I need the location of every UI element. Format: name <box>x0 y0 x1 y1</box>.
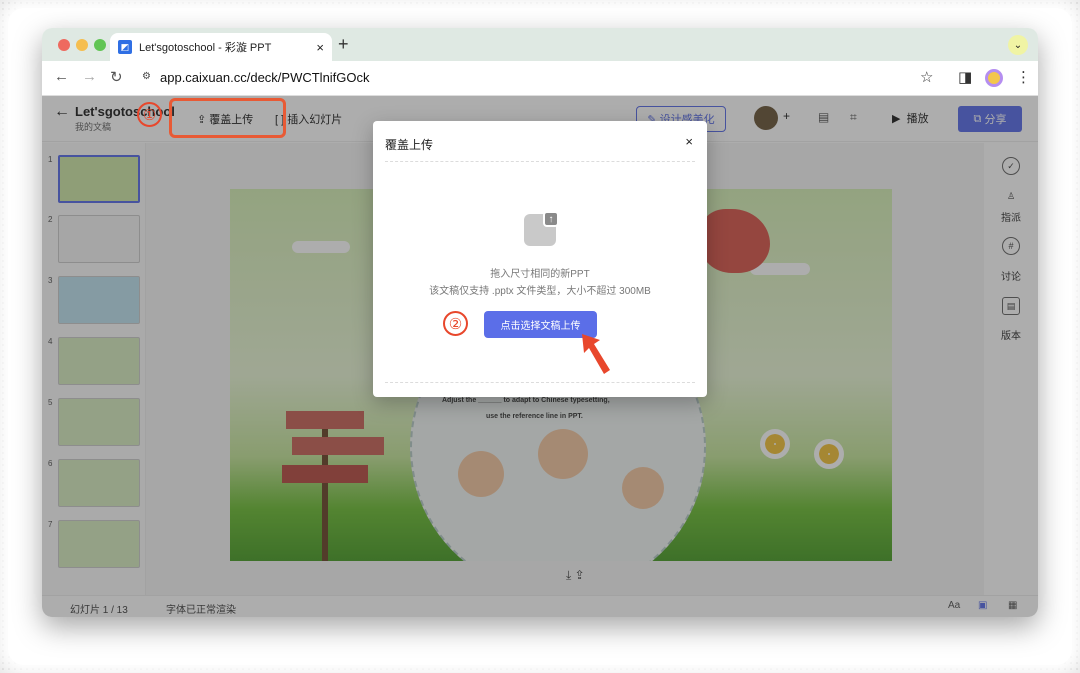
tab-strip: ◩ Let'sgotoschool - 彩漩 PPT × + ⌄ <box>42 28 1038 61</box>
favicon-icon: ◩ <box>118 40 132 54</box>
bookmark-star-icon[interactable]: ☆ <box>920 68 933 86</box>
tab-close-icon[interactable]: × <box>316 40 324 55</box>
back-icon[interactable]: ← <box>54 68 69 85</box>
highlight-box <box>169 98 286 138</box>
maximize-window-dot[interactable] <box>94 39 106 51</box>
browser-tab[interactable]: ◩ Let'sgotoschool - 彩漩 PPT × <box>110 33 332 61</box>
close-icon[interactable]: × <box>685 134 693 149</box>
file-type-hint: 该文稿仅支持 .pptx 文件类型，大小不超过 300MB <box>429 286 651 297</box>
step-2-marker: ② <box>443 311 468 336</box>
side-panel-icon[interactable]: ◨ <box>958 68 972 86</box>
address-bar[interactable]: app.caixuan.cc/deck/PWCTlnifGOck <box>160 70 370 85</box>
browser-menu-icon[interactable]: ⋮ <box>1016 68 1031 86</box>
pointer-arrow-icon <box>582 334 610 374</box>
site-settings-icon[interactable]: ⚙ <box>142 71 151 82</box>
drop-hint: 拖入尺寸相同的新PPT <box>490 269 590 280</box>
profile-avatar-icon[interactable] <box>985 69 1003 87</box>
step-1-marker: ① <box>137 102 162 127</box>
tab-title: Let'sgotoschool - 彩漩 PPT <box>139 42 272 54</box>
tab-search-icon[interactable]: ⌄ <box>1008 35 1028 55</box>
upload-arrow-icon: ↑ <box>543 211 559 227</box>
reload-icon[interactable]: ↻ <box>110 68 123 86</box>
new-tab-button[interactable]: + <box>338 34 349 55</box>
image-upload-icon: ↑ <box>524 211 559 246</box>
cover-upload-dialog: 覆盖上传 × ↑ 拖入尺寸相同的新PPT 该文稿仅支持 .pptx 文件类型，大… <box>373 121 707 397</box>
dialog-title: 覆盖上传 <box>385 138 434 152</box>
browser-toolbar: ← → ↻ ⚙ app.caixuan.cc/deck/PWCTlnifGOck… <box>42 61 1038 96</box>
minimize-window-dot[interactable] <box>76 39 88 51</box>
forward-icon[interactable]: → <box>82 68 97 85</box>
close-window-dot[interactable] <box>58 39 70 51</box>
file-drop-zone[interactable]: ↑ 拖入尺寸相同的新PPT 该文稿仅支持 .pptx 文件类型，大小不超过 30… <box>385 161 695 383</box>
